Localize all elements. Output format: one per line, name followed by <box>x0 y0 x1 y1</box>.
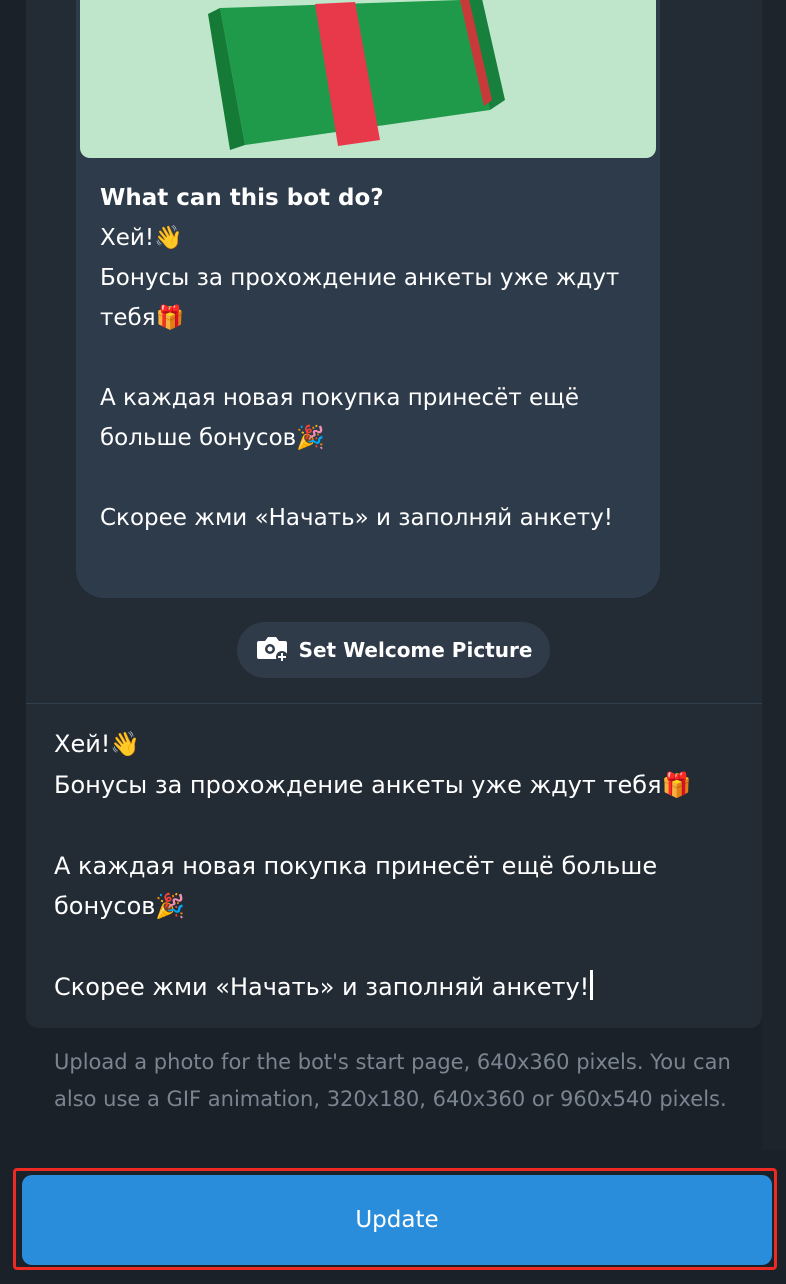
description-input-text: Хей!👋 Бонусы за прохождение анкеты уже ж… <box>54 730 692 1001</box>
bot-description-title: What can this bot do? <box>100 185 384 211</box>
scroll-area <box>762 0 786 1150</box>
divider <box>26 703 762 704</box>
gift-box-image <box>208 0 505 150</box>
update-button[interactable]: Update <box>22 1175 772 1265</box>
bot-description-text: Хей!👋 Бонусы за прохождение анкеты уже ж… <box>100 225 620 531</box>
set-welcome-picture-button[interactable]: Set Welcome Picture <box>237 622 550 678</box>
welcome-picture <box>80 0 656 158</box>
camera-add-icon <box>255 633 289 668</box>
update-button-label: Update <box>355 1207 439 1233</box>
set-welcome-picture-label: Set Welcome Picture <box>298 638 533 662</box>
text-caret <box>590 970 594 1000</box>
description-input[interactable]: Хей!👋 Бонусы за прохождение анкеты уже ж… <box>54 724 744 1008</box>
bot-preview-bubble: What can this bot do? Хей!👋 Бонусы за про… <box>76 0 660 598</box>
bot-description: What can this bot do? Хей!👋 Бонусы за про… <box>100 178 640 538</box>
upload-hint: Upload a photo for the bot's start page,… <box>54 1050 731 1111</box>
